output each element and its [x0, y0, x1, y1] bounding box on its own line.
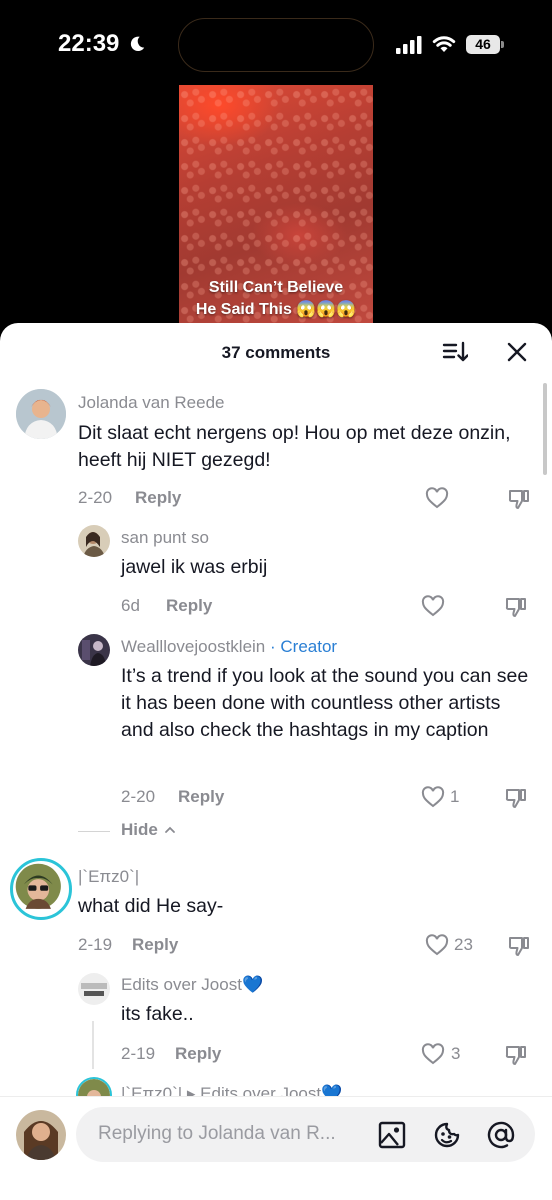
comment-date: 2-19 [121, 1044, 156, 1063]
heart-icon[interactable] [421, 1043, 445, 1065]
reply-item: san punt so jawel ik was erbij 6d Reply [0, 518, 552, 623]
reply-button[interactable]: Reply [166, 596, 212, 616]
comment-text: what did He say- [78, 895, 224, 917]
avatar[interactable] [78, 634, 110, 666]
reply-item: Edits over Joost💙 its fake.. 2-19 Reply … [0, 965, 552, 1073]
comment-date: 6d [121, 596, 140, 615]
comment-input-placeholder[interactable]: Replying to Jolanda van R... [98, 1123, 368, 1145]
video-preview[interactable]: Still Can’t Believe He Said This 😱😱😱 [179, 85, 373, 330]
heart-icon[interactable] [425, 487, 449, 509]
reply-button[interactable]: Reply [135, 488, 181, 508]
reply-button[interactable]: Reply [132, 935, 178, 955]
comment-item: |`Eπz0`| what did He say- 2-19 Reply 23 [0, 853, 552, 963]
image-icon[interactable] [378, 1121, 406, 1149]
heart-icon[interactable] [421, 595, 445, 617]
reply-item: Wealllovejoostklein · Creator It’s a tre… [0, 626, 552, 816]
status-bar: 22:39 46 [0, 0, 552, 90]
comments-sheet: 37 comments Jolanda van Reede Dit slaat … [0, 323, 552, 1200]
clock: 22:39 [58, 30, 120, 57]
dislike-icon[interactable] [504, 1043, 528, 1067]
comment-input[interactable]: Replying to Jolanda van R... [76, 1107, 535, 1162]
avatar[interactable] [10, 858, 72, 920]
mention-icon[interactable] [486, 1120, 516, 1150]
like-count: 1 [450, 787, 460, 806]
like-count: 23 [454, 935, 473, 954]
comment-author[interactable]: |`Eπz0`| [78, 867, 139, 887]
avatar[interactable] [78, 973, 110, 1005]
avatar[interactable] [78, 525, 110, 557]
chevron-up-icon [165, 826, 175, 833]
cellular-signal-icon [396, 36, 422, 54]
dynamic-island [178, 18, 374, 72]
comment-text: jawel ik was erbij [121, 556, 268, 578]
hide-label[interactable]: Hide [121, 820, 158, 840]
comment-text: It’s a trend if you look at the sound yo… [121, 665, 529, 741]
dislike-icon[interactable] [504, 786, 528, 810]
comment-text: Dit slaat echt nergens op! Hou op met de… [78, 422, 511, 471]
user-avatar[interactable] [16, 1110, 66, 1160]
comment-author[interactable]: Edits over Joost💙 [121, 975, 263, 995]
moon-icon [130, 36, 145, 52]
emoji-icon[interactable] [432, 1120, 462, 1150]
battery-icon: 46 [466, 35, 504, 54]
comment-date: 2-20 [78, 488, 113, 507]
wifi-icon [432, 36, 456, 52]
divider [78, 831, 110, 832]
video-caption-line-2: He Said This 😱😱😱 [195, 301, 357, 318]
video-caption: Still Can’t Believe He Said This 😱😱😱 [179, 277, 373, 321]
battery-level: 46 [466, 35, 500, 54]
comment-date: 2-20 [121, 787, 156, 806]
dislike-icon[interactable] [507, 487, 531, 511]
comment-date: 2-19 [78, 935, 113, 954]
dislike-icon[interactable] [504, 595, 528, 619]
dislike-icon[interactable] [507, 934, 531, 958]
comment-item: Jolanda van Reede Dit slaat echt nergens… [0, 323, 552, 518]
comment-text: its fake.. [121, 1003, 194, 1025]
avatar[interactable] [16, 389, 66, 439]
video-caption-line-1: Still Can’t Believe [208, 279, 344, 296]
heart-icon[interactable] [421, 786, 445, 808]
comment-author[interactable]: Wealllovejoostklein · Creator [121, 637, 337, 657]
comment-author[interactable]: san punt so [121, 528, 209, 548]
comment-composer: Replying to Jolanda van R... [0, 1096, 552, 1200]
heart-icon[interactable] [425, 934, 449, 956]
reply-button[interactable]: Reply [178, 787, 224, 807]
author-name[interactable]: Wealllovejoostklein [121, 637, 265, 656]
reply-button[interactable]: Reply [175, 1044, 221, 1064]
like-count: 3 [451, 1044, 461, 1063]
comment-author[interactable]: Jolanda van Reede [78, 393, 225, 413]
creator-badge: · Creator [270, 637, 338, 656]
